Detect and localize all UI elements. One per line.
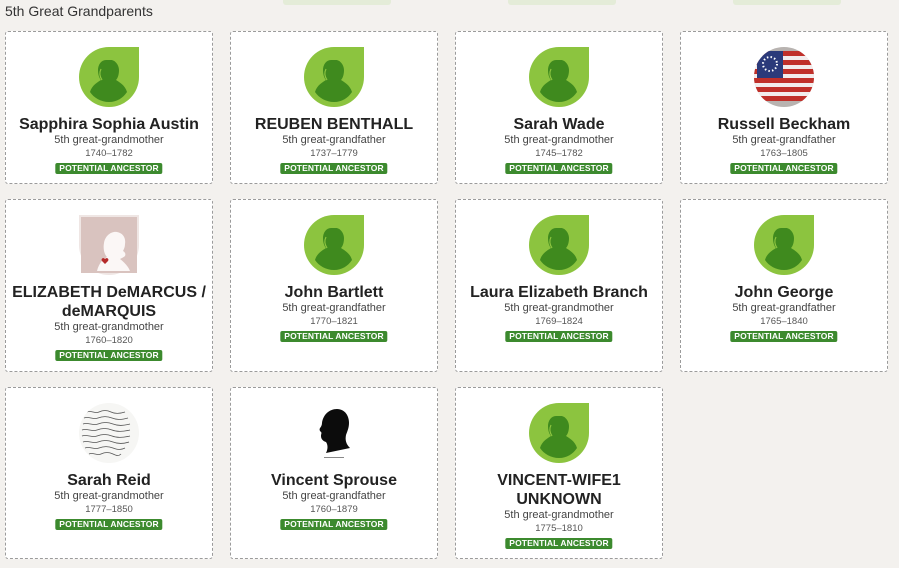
default-profile-icon	[754, 215, 814, 275]
ancestor-name[interactable]: Sarah Wade	[460, 115, 658, 134]
potential-ancestor-badge: POTENTIAL ANCESTOR	[505, 331, 613, 342]
relationship-label: 5th great-grandfather	[732, 302, 836, 314]
potential-ancestor-badge: POTENTIAL ANCESTOR	[55, 163, 163, 174]
ancestor-card[interactable]: John Bartlett 5th great-grandfather 1770–1…	[230, 199, 438, 372]
potential-ancestor-badge: POTENTIAL ANCESTOR	[280, 163, 388, 174]
potential-ancestor-badge: POTENTIAL ANCESTOR	[280, 519, 388, 530]
default-profile-icon	[529, 47, 589, 107]
potential-ancestor-badge: POTENTIAL ANCESTOR	[730, 331, 838, 342]
relationship-label: 5th great-grandmother	[504, 134, 614, 146]
ancestor-card[interactable]: Laura Elizabeth Branch 5th great-grandmot…	[455, 199, 663, 372]
relationship-label: 5th great-grandfather	[282, 134, 386, 146]
ancestor-name[interactable]: John Bartlett	[235, 283, 433, 302]
profile-photo	[304, 403, 364, 463]
life-dates: 1769–1824	[535, 316, 583, 327]
ancestor-card[interactable]: Sapphira Sophia Austin 5th great-grandmot…	[5, 31, 213, 184]
ancestor-card[interactable]: Russell Beckham 5th great-grandfather 1763…	[680, 31, 888, 184]
potential-ancestor-badge: POTENTIAL ANCESTOR	[730, 163, 838, 174]
potential-ancestor-badge: POTENTIAL ANCESTOR	[55, 519, 163, 530]
relationship-label: 5th great-grandmother	[54, 321, 164, 333]
life-dates: 1763–1805	[760, 148, 808, 159]
default-profile-icon	[529, 403, 589, 463]
relationship-label: 5th great-grandfather	[732, 134, 836, 146]
life-dates: 1777–1850	[85, 504, 133, 515]
ancestor-name[interactable]: Laura Elizabeth Branch	[460, 283, 658, 302]
profile-photo	[754, 47, 814, 107]
ancestor-name[interactable]: Vincent Sprouse	[235, 471, 433, 490]
potential-ancestor-badge: POTENTIAL ANCESTOR	[55, 350, 163, 361]
ancestor-name[interactable]: VINCENT-WIFE1 UNKNOWN	[460, 471, 658, 509]
ancestor-card[interactable]: Sarah Reid 5th great-grandmother 1777–1850…	[5, 387, 213, 559]
potential-ancestor-badge: POTENTIAL ANCESTOR	[505, 163, 613, 174]
relationship-label: 5th great-grandmother	[54, 490, 164, 502]
life-dates: 1760–1820	[85, 335, 133, 346]
relationship-label: 5th great-grandfather	[282, 490, 386, 502]
life-dates: 1765–1840	[760, 316, 808, 327]
ancestor-name[interactable]: Russell Beckham	[685, 115, 883, 134]
life-dates: 1775–1810	[535, 523, 583, 534]
relationship-label: 5th great-grandmother	[54, 134, 164, 146]
potential-ancestor-badge: POTENTIAL ANCESTOR	[505, 538, 613, 549]
profile-photo	[79, 403, 139, 463]
default-profile-icon	[79, 47, 139, 107]
life-dates: 1740–1782	[85, 148, 133, 159]
relationship-label: 5th great-grandmother	[504, 509, 614, 521]
relationship-label: 5th great-grandmother	[504, 302, 614, 314]
life-dates: 1745–1782	[535, 148, 583, 159]
ancestor-card[interactable]: REUBEN BENTHALL 5th great-grandfather 1737…	[230, 31, 438, 184]
ancestor-name[interactable]: ELIZABETH DeMARCUS / deMARQUIS	[10, 283, 208, 321]
default-profile-icon	[304, 47, 364, 107]
profile-photo	[79, 215, 139, 275]
default-profile-icon	[529, 215, 589, 275]
ancestor-grid: Sapphira Sophia Austin 5th great-grandmot…	[0, 0, 899, 568]
ancestor-card[interactable]: VINCENT-WIFE1 UNKNOWN 5th great-grandmoth…	[455, 387, 663, 559]
ancestor-name[interactable]: John George	[685, 283, 883, 302]
ancestor-card[interactable]: Vincent Sprouse 5th great-grandfather 1760…	[230, 387, 438, 559]
relationship-label: 5th great-grandfather	[282, 302, 386, 314]
life-dates: 1770–1821	[310, 316, 358, 327]
ancestor-card[interactable]: ELIZABETH DeMARCUS / deMARQUIS 5th great-…	[5, 199, 213, 372]
default-profile-icon	[304, 215, 364, 275]
ancestor-card[interactable]: Sarah Wade 5th great-grandmother 1745–1782…	[455, 31, 663, 184]
life-dates: 1760–1879	[310, 504, 358, 515]
life-dates: 1737–1779	[310, 148, 358, 159]
ancestor-card[interactable]: John George 5th great-grandfather 1765–184…	[680, 199, 888, 372]
ancestor-name[interactable]: REUBEN BENTHALL	[235, 115, 433, 134]
potential-ancestor-badge: POTENTIAL ANCESTOR	[280, 331, 388, 342]
ancestor-name[interactable]: Sarah Reid	[10, 471, 208, 490]
ancestor-name[interactable]: Sapphira Sophia Austin	[10, 115, 208, 134]
